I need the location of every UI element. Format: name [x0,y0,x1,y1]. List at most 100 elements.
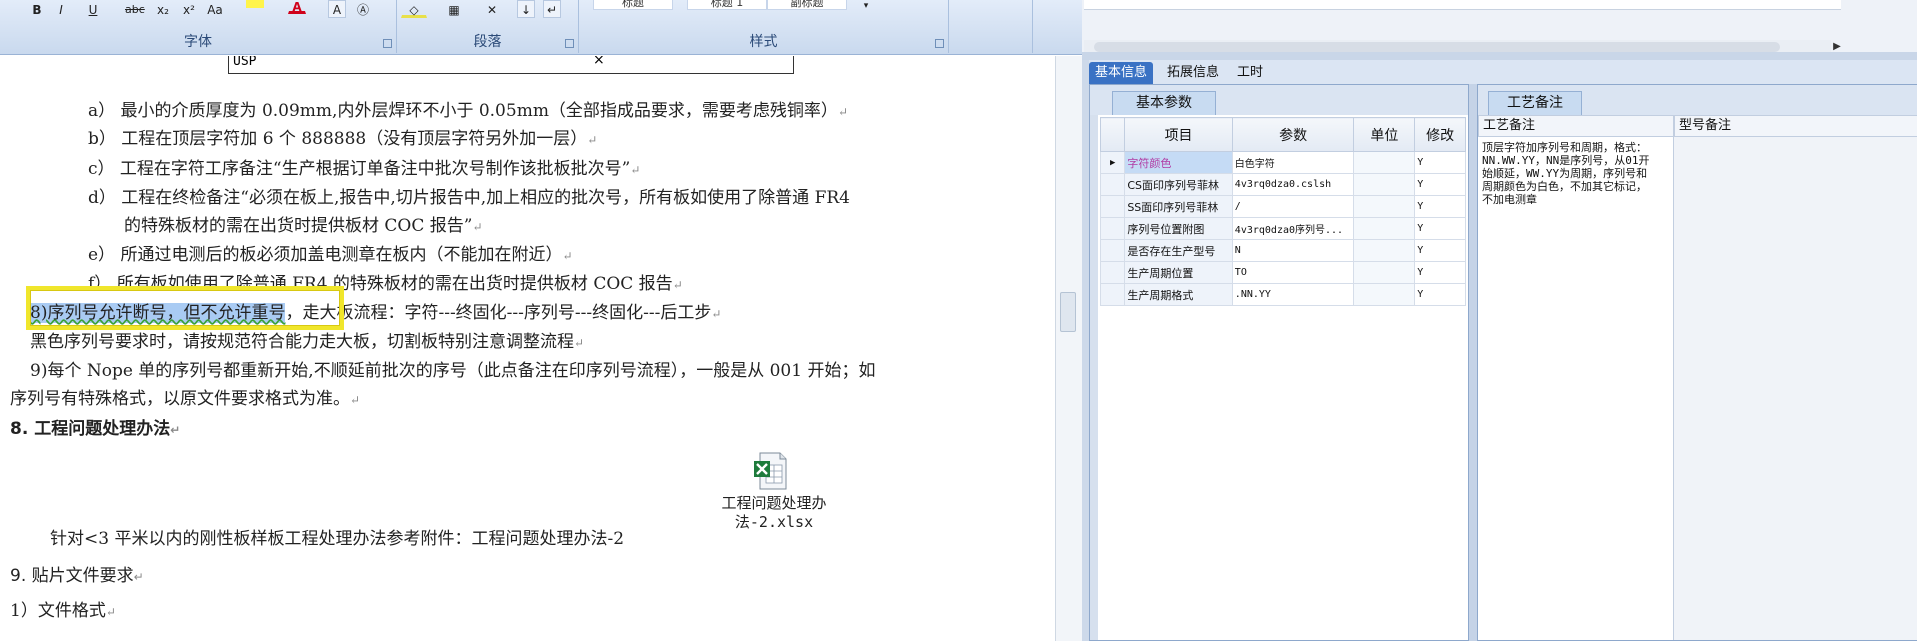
param-unit[interactable] [1353,195,1416,218]
style-heading[interactable]: 标题 [593,0,673,10]
change-case-button[interactable]: Aa [206,0,224,18]
paragraph-mark: ↵ [587,133,598,147]
show-marks-icon[interactable]: ↵ [543,0,561,18]
italic-button[interactable]: I [52,0,70,18]
row-indicator-icon [1099,239,1126,262]
superscript-button[interactable]: x² [180,0,198,18]
param-modify[interactable]: Y [1414,195,1466,218]
param-name[interactable]: 生产周期位置 [1124,261,1233,284]
table-row[interactable]: 序列号位置附图 4v3rq0dza0序列号... Y [1099,217,1466,240]
paragraph-mark: ↵ [562,249,573,263]
shading-icon[interactable]: ◇ [401,0,427,18]
param-value[interactable]: 4v3rq0dza0序列号... [1231,217,1355,240]
param-name[interactable]: SS面印序列号菲林 [1124,195,1233,218]
param-modify[interactable]: Y [1414,173,1466,196]
word-window: B I U abc x₂ x² Aa A A Ⓐ 字体 ◇ ▦ ✕ ↓ ↵ 段落… [0,0,1082,641]
paragraph-dialog-launcher-icon[interactable] [565,39,574,48]
sort-icon[interactable]: ✕ [477,0,507,18]
paragraph-8-line2-text: 黑色序列号要求时，请按规范符合能力走大板，切割板特别注意调整流程 [30,332,574,352]
param-modify[interactable]: Y [1414,283,1466,306]
table-row[interactable]: CS面印序列号菲林 4v3rq0dza0.cslsh Y [1099,173,1466,196]
font-dialog-launcher-icon[interactable] [383,39,392,48]
param-name[interactable]: 序列号位置附图 [1124,217,1233,240]
style-heading-1[interactable]: 标题 1 [687,0,767,10]
paragraph-d-cont: 的特殊板材的需在出货时提供板材 COC 报告”↵ [124,211,483,236]
param-modify[interactable]: Y [1414,217,1466,240]
paragraph-group: ◇ ▦ ✕ ↓ ↵ 段落 [397,0,579,53]
param-value[interactable]: / [1231,195,1355,218]
table-row[interactable]: ▶ 字符颜色 白色字符 Y [1099,151,1466,174]
table-row[interactable]: SS面印序列号菲林 / Y [1099,195,1466,218]
char-shading-icon[interactable]: A [328,0,346,18]
tab-basic-params[interactable]: 基本参数 [1112,91,1216,115]
column-header-item[interactable]: 项目 [1124,117,1233,152]
panel-rail [1090,115,1098,640]
column-header-param[interactable]: 参数 [1231,117,1355,152]
document-scroll-thumb[interactable] [1060,292,1076,332]
top-scroll-thumb[interactable] [1094,42,1780,52]
document-page[interactable]: USP × a） 最小的介质厚度为 0.09mm,内外层焊环不小于 0.05mm… [0,56,1055,641]
paragraph-8-text: ，走大板流程：字符---终固化---序列号---终固化---后工步 [285,303,712,323]
param-value[interactable]: 白色字符 [1231,151,1355,174]
styles-more-icon[interactable]: ▾ [857,0,875,12]
param-name[interactable]: 生产周期格式 [1124,283,1233,306]
process-notes-text[interactable]: 顶层字符加序列号和周期，格式：NN.WW.YY，NN是序列号，从01开始顺延，W… [1482,141,1652,206]
vertical-splitter[interactable] [1469,84,1477,641]
sort-az-icon[interactable]: ↓ [517,0,535,18]
paragraph-mark: ↵ [672,278,683,292]
param-unit[interactable] [1353,151,1416,174]
paragraph-mark: ↵ [630,163,641,177]
param-value[interactable]: .NN.YY [1231,283,1355,306]
bold-button[interactable]: B [28,0,46,18]
row-indicator-icon [1099,283,1126,306]
param-name[interactable]: CS面印序列号菲林 [1124,173,1233,196]
strikethrough-button[interactable]: abc [124,0,146,18]
document-scrollbar[interactable] [1055,56,1082,641]
subscript-button[interactable]: x₂ [154,0,172,18]
tab-work-hours[interactable]: 工时 [1231,62,1269,84]
heading-9: 9. 贴片文件要求↵ [10,561,144,586]
highlight-color-icon[interactable] [246,0,264,8]
row-indicator-icon [1099,195,1126,218]
paragraph-9-cont: 序列号有特殊格式，以原文件要求格式为准。↵ [10,384,360,409]
horizontal-splitter[interactable] [1082,52,1917,60]
heading-9-text: 9. 贴片文件要求 [10,566,134,586]
paragraph-d-text: d） 工程在终检备注“必须在板上,报告中,切片报告中,加上相应的批次号，所有板如… [88,188,851,208]
param-unit[interactable] [1353,173,1416,196]
excel-file-icon[interactable] [752,451,790,491]
table-row[interactable]: 生产周期位置 TO Y [1099,261,1466,284]
row-indicator-icon: ▶ [1099,151,1126,174]
column-header-unit[interactable]: 单位 [1353,117,1416,152]
underline-button[interactable]: U [84,0,102,18]
styles-dialog-launcher-icon[interactable] [935,39,944,48]
param-unit[interactable] [1353,217,1416,240]
param-value[interactable]: TO [1231,261,1355,284]
process-notes-field[interactable]: 顶层字符加序列号和周期，格式：NN.WW.YY，NN是序列号，从01开始顺延，W… [1478,137,1674,640]
param-unit[interactable] [1353,283,1416,306]
table-row[interactable]: 是否存在生产型号 N Y [1099,239,1466,262]
param-value[interactable]: 4v3rq0dza0.cslsh [1231,173,1355,196]
param-modify[interactable]: Y [1414,151,1466,174]
borders-icon[interactable]: ▦ [441,0,467,18]
param-unit[interactable] [1353,239,1416,262]
tab-basic-info[interactable]: 基本信息 [1089,62,1154,84]
model-notes-field[interactable] [1674,137,1917,640]
param-name[interactable]: 字符颜色 [1124,151,1233,174]
enclose-char-button[interactable]: Ⓐ [354,0,372,18]
param-modify[interactable]: Y [1414,239,1466,262]
param-modify[interactable]: Y [1414,261,1466,284]
top-grid [1084,0,1841,10]
tab-extended-info[interactable]: 拓展信息 [1161,62,1225,84]
excel-file-label[interactable]: 工程问题处理办法-2.xlsx [700,494,848,532]
column-header-modify[interactable]: 修改 [1414,117,1466,152]
tab-process-notes[interactable]: 工艺备注 [1488,91,1582,115]
process-notes-header: 工艺备注 [1478,115,1674,137]
param-unit[interactable] [1353,261,1416,284]
style-subtitle[interactable]: 副标题 [767,0,847,10]
paragraph-e: e） 所通过电测后的板必须加盖电测章在板内（不能加在附近）↵ [88,240,573,265]
param-name[interactable]: 是否存在生产型号 [1124,239,1233,262]
table-row[interactable]: 生产周期格式 .NN.YY Y [1099,283,1466,306]
font-color-button[interactable]: A [288,0,306,14]
panel-tabbar: 基本参数 [1090,85,1468,115]
param-value[interactable]: N [1231,239,1355,262]
